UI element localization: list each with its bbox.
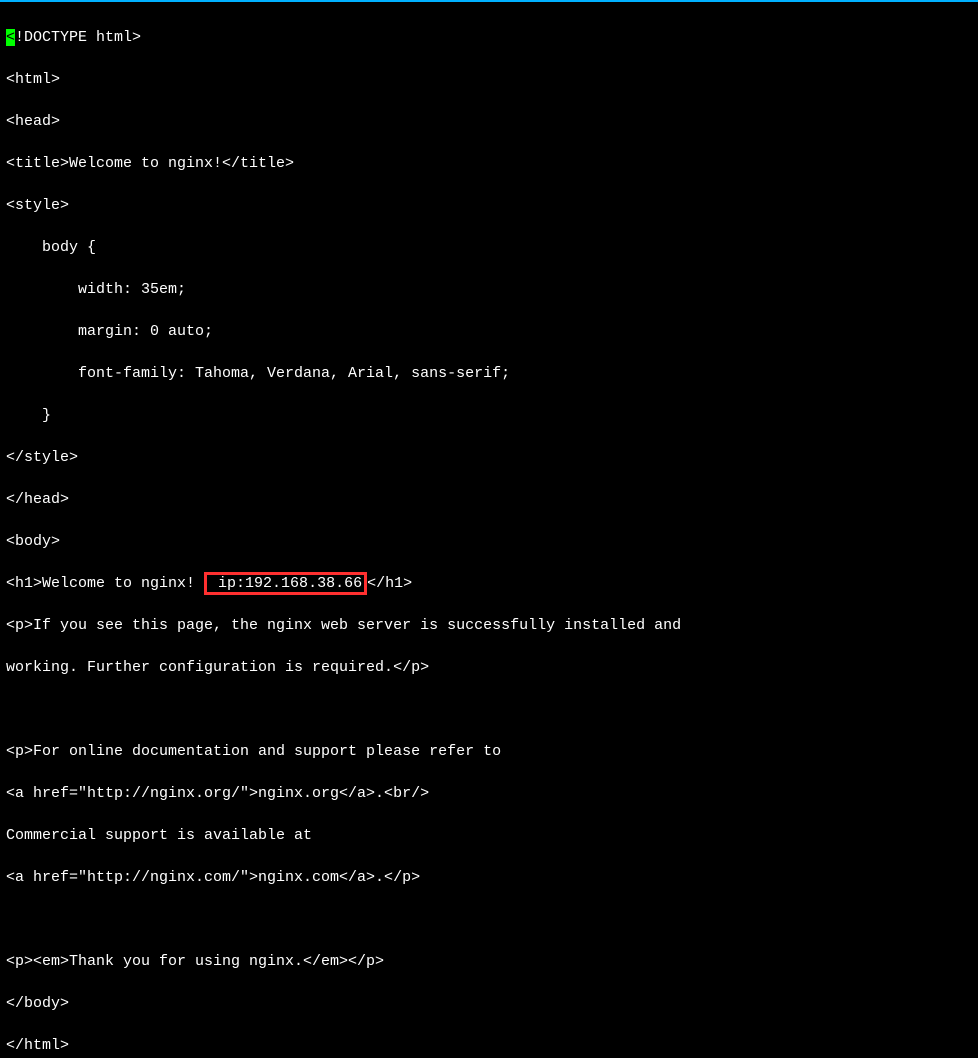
code-line: <h1>Welcome to nginx! ip:192.168.38.66</…	[6, 573, 972, 594]
code-line: margin: 0 auto;	[6, 321, 972, 342]
code-line: </head>	[6, 489, 972, 510]
cursor: <	[6, 29, 15, 46]
code-line: }	[6, 405, 972, 426]
code-line: body {	[6, 237, 972, 258]
code-line: width: 35em;	[6, 279, 972, 300]
code-line: <style>	[6, 195, 972, 216]
code-line: </style>	[6, 447, 972, 468]
code-line: </html>	[6, 1035, 972, 1056]
code-line: working. Further configuration is requir…	[6, 657, 972, 678]
code-line: <a href="http://nginx.com/">nginx.com</a…	[6, 867, 972, 888]
code-line: <p>If you see this page, the nginx web s…	[6, 615, 972, 636]
code-line	[6, 699, 972, 720]
code-line: Commercial support is available at	[6, 825, 972, 846]
highlighted-ip: ip:192.168.38.66	[204, 572, 367, 595]
code-line: <html>	[6, 69, 972, 90]
terminal-content[interactable]: <!DOCTYPE html> <html> <head> <title>Wel…	[0, 2, 978, 1058]
code-line: font-family: Tahoma, Verdana, Arial, san…	[6, 363, 972, 384]
code-line: <title>Welcome to nginx!</title>	[6, 153, 972, 174]
code-line: <p><em>Thank you for using nginx.</em></…	[6, 951, 972, 972]
code-line: <body>	[6, 531, 972, 552]
code-line	[6, 909, 972, 930]
code-line: <!DOCTYPE html>	[6, 27, 972, 48]
code-line: <p>For online documentation and support …	[6, 741, 972, 762]
code-line: <a href="http://nginx.org/">nginx.org</a…	[6, 783, 972, 804]
code-line: </body>	[6, 993, 972, 1014]
code-line: <head>	[6, 111, 972, 132]
